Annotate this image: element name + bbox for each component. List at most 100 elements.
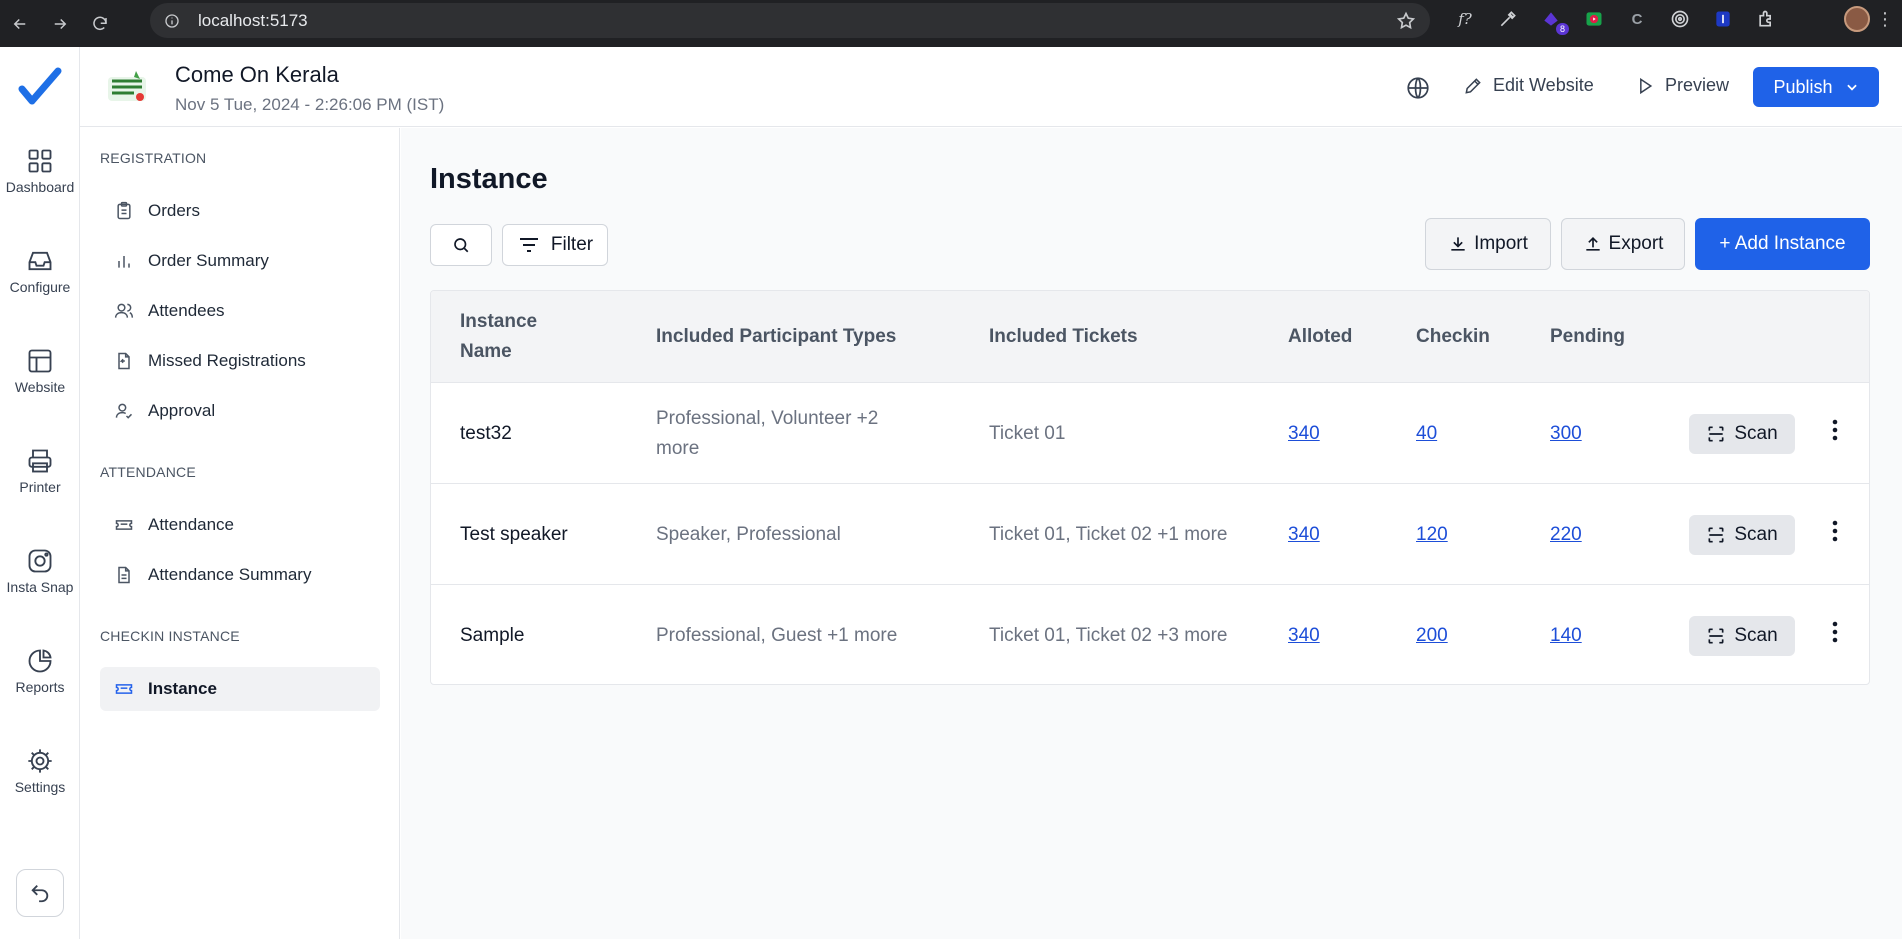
clipboard-icon <box>117 201 131 220</box>
pending-link[interactable]: 220 <box>1550 520 1582 550</box>
search-button[interactable] <box>430 224 492 266</box>
checkin-link[interactable]: 120 <box>1416 520 1448 550</box>
section-title-registration: REGISTRATION <box>100 150 207 166</box>
upload-icon <box>1585 236 1600 251</box>
pencil-icon <box>1465 77 1481 94</box>
video-extension-icon[interactable] <box>1581 6 1607 32</box>
alloted-link[interactable]: 340 <box>1288 419 1320 449</box>
main-content: Instance Filter Import Export + Add Inst… <box>401 128 1902 939</box>
target-extension-icon[interactable] <box>1667 6 1693 32</box>
sidebar-item-attendance[interactable]: Attendance <box>100 503 380 547</box>
column-header-pending: Pending <box>1550 326 1625 347</box>
sidebar-item-label: Attendees <box>148 301 225 320</box>
rail-item-printer[interactable]: Printer <box>0 447 80 495</box>
checkin-link[interactable]: 40 <box>1416 419 1437 449</box>
rail-item-reports[interactable]: Reports <box>0 647 80 695</box>
row-menu-icon[interactable] <box>1823 415 1847 445</box>
checkmark-logo-icon[interactable] <box>18 65 62 109</box>
sidebar-item-label: Order Summary <box>148 251 269 270</box>
rail-item-website[interactable]: Website <box>0 347 80 395</box>
profile-avatar[interactable] <box>1844 6 1870 32</box>
rail-item-label: Printer <box>19 479 61 495</box>
rail-item-insta-snap[interactable]: Insta Snap <box>0 547 80 595</box>
rail-item-label: Dashboard <box>5 179 75 195</box>
included-tickets: Ticket 01, Ticket 02 +3 more <box>989 624 1228 646</box>
publish-button[interactable]: Publish <box>1753 67 1879 107</box>
alloted-link[interactable]: 340 <box>1288 520 1320 550</box>
edit-website-button[interactable]: Edit Website <box>1463 75 1594 96</box>
sidebar-item-approval[interactable]: Approval <box>100 389 380 433</box>
scan-button[interactable]: Scan <box>1689 515 1795 555</box>
import-label: Import <box>1474 233 1528 254</box>
instance-name: test32 <box>460 422 512 444</box>
checkin-link[interactable]: 200 <box>1416 621 1448 651</box>
back-icon[interactable] <box>0 0 40 47</box>
c-extension-icon[interactable]: C <box>1624 6 1650 32</box>
rail-item-settings[interactable]: Settings <box>0 747 80 795</box>
sidebar-item-label: Approval <box>148 401 216 420</box>
filter-button[interactable]: Filter <box>502 224 608 266</box>
preview-label: Preview <box>1665 75 1730 95</box>
file-text-icon <box>118 566 130 584</box>
sidebar-item-orders[interactable]: Orders <box>100 189 380 233</box>
scan-button[interactable]: Scan <box>1689 616 1795 656</box>
row-menu-icon[interactable] <box>1823 617 1847 647</box>
import-button[interactable]: Import <box>1425 218 1551 270</box>
inbox-icon <box>28 251 52 271</box>
site-info-icon[interactable] <box>164 13 180 29</box>
puzzle-extension-icon[interactable] <box>1753 6 1779 32</box>
export-label: Export <box>1608 233 1664 254</box>
rail-item-label: Insta Snap <box>6 579 74 595</box>
preview-button[interactable]: Preview <box>1635 75 1729 96</box>
pending-link[interactable]: 140 <box>1550 621 1582 651</box>
rail-item-configure[interactable]: Configure <box>0 247 80 295</box>
participant-types: Speaker, Professional <box>656 523 841 545</box>
participant-types: Professional, Guest +1 more <box>656 624 898 646</box>
pending-link[interactable]: 300 <box>1550 419 1582 449</box>
undo-button[interactable] <box>16 869 64 917</box>
sidebar-item-order-summary[interactable]: Order Summary <box>100 239 380 283</box>
font-extension-icon[interactable]: f? <box>1452 6 1478 32</box>
address-bar[interactable]: localhost:5173 <box>150 3 1430 38</box>
rail-item-label: Settings <box>14 779 66 795</box>
sidebar-item-attendance-summary[interactable]: Attendance Summary <box>100 553 380 597</box>
browser-menu-icon[interactable]: ⋮ <box>1876 10 1894 28</box>
bookmark-star-icon[interactable] <box>1396 11 1416 31</box>
forward-icon[interactable] <box>40 0 80 47</box>
blue-extension-icon[interactable] <box>1710 6 1736 32</box>
scan-button[interactable]: Scan <box>1689 414 1795 454</box>
search-icon <box>454 238 469 253</box>
extension-badge-icon[interactable]: 8 <box>1538 6 1569 35</box>
icon-rail: Dashboard Configure Website Printer Inst… <box>0 47 80 939</box>
printer-icon <box>28 449 52 473</box>
url-text[interactable]: localhost:5173 <box>198 11 308 31</box>
add-instance-button[interactable]: + Add Instance <box>1695 218 1870 270</box>
play-icon <box>1640 77 1653 94</box>
table-row: Sample Professional, Guest +1 more Ticke… <box>431 585 1869 684</box>
section-title-attendance: ATTENDANCE <box>100 464 196 480</box>
download-icon <box>1451 237 1465 251</box>
edit-website-label: Edit Website <box>1493 75 1594 95</box>
page-title: Instance <box>430 163 548 195</box>
sidebar-item-label: Attendance <box>148 515 235 534</box>
sidebar-item-attendees[interactable]: Attendees <box>100 289 380 333</box>
instance-name: Test speaker <box>460 523 568 545</box>
ticket-icon <box>115 684 133 694</box>
export-button[interactable]: Export <box>1561 218 1685 270</box>
sidebar-item-instance[interactable]: Instance <box>100 667 380 711</box>
eyedropper-extension-icon[interactable] <box>1495 6 1521 32</box>
alloted-link[interactable]: 340 <box>1288 621 1320 651</box>
globe-icon[interactable] <box>1405 75 1431 101</box>
layout-icon <box>28 349 52 373</box>
instagram-icon <box>28 549 52 573</box>
sidebar-item-missed-registrations[interactable]: Missed Registrations <box>100 339 380 383</box>
rail-item-dashboard[interactable]: Dashboard <box>0 147 80 195</box>
rail-item-label: Reports <box>15 679 65 695</box>
pie-chart-icon <box>28 649 52 673</box>
reload-icon[interactable] <box>80 0 120 47</box>
file-return-icon <box>118 352 130 370</box>
publish-label: Publish <box>1773 76 1833 97</box>
row-menu-icon[interactable] <box>1823 516 1847 546</box>
scan-label: Scan <box>1734 524 1778 545</box>
browser-toolbar: localhost:5173 f? 8 C ⋮ <box>0 0 1902 47</box>
